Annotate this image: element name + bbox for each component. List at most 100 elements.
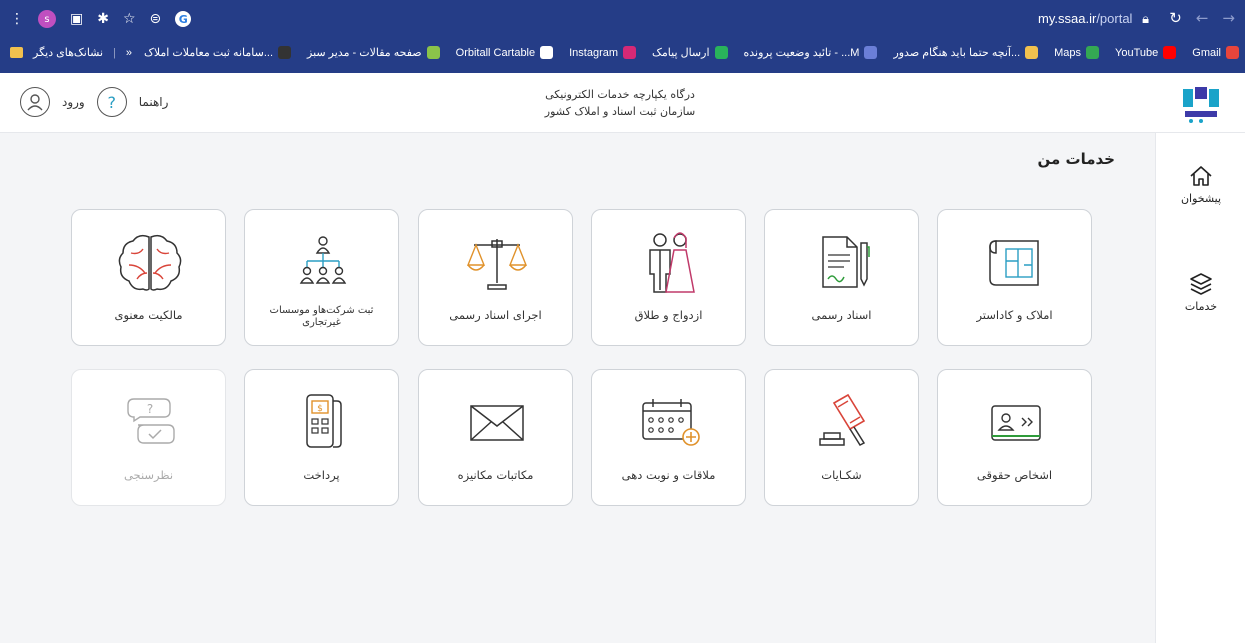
bookmark-label: YouTube: [1115, 46, 1159, 59]
service-card-intellectual-property[interactable]: مالکیت معنوی: [71, 209, 226, 346]
service-card-company-registration[interactable]: ثبت شرکت‌هاو موسسات غیرتجاری: [244, 209, 399, 346]
bookmark-label: Orbitall Cartable: [455, 46, 536, 59]
card-label: ازدواج و طلاق: [634, 308, 703, 322]
url-path: /portal: [1096, 11, 1133, 26]
layers-icon: [1190, 273, 1212, 295]
card-label: نظرسنجی: [123, 468, 174, 482]
right-sidebar: پیشخوان خدمات: [1155, 133, 1245, 643]
url-bar[interactable]: my.ssaa.ir/portal 🔒︎: [1038, 11, 1149, 27]
sidebar-toggle-icon[interactable]: ▣: [70, 11, 83, 27]
card-label: ثبت شرکت‌هاو موسسات غیرتجاری: [269, 305, 374, 328]
reload-icon[interactable]: ↻: [1169, 9, 1182, 27]
reading-mode-icon[interactable]: ⊜: [150, 11, 162, 27]
bookmark-item[interactable]: ارسال پیامک: [652, 46, 728, 59]
bookmark-list: Gmail YouTube Maps آنچه حتما باید هنگام صدو…: [144, 46, 1239, 59]
url-host: my.ssaa.ir: [1038, 11, 1097, 26]
card-label: شکـایات: [821, 468, 862, 482]
login-link[interactable]: ورود: [62, 95, 85, 109]
bookmark-item[interactable]: Instagram: [569, 46, 637, 59]
bookmark-item[interactable]: تائید وضعیت پرونده - ...M: [744, 46, 878, 59]
google-icon[interactable]: G: [175, 11, 192, 27]
cadastre-map-icon: [988, 240, 1039, 286]
bookmark-favicon-icon: [1086, 46, 1100, 59]
bookmark-favicon-icon: [426, 46, 440, 59]
service-card-survey[interactable]: ? نظرسنجی: [71, 369, 226, 506]
lock-icon: 🔒︎: [1142, 11, 1149, 26]
bookmark-item[interactable]: صفحه مقالات - مدیر سبز: [307, 46, 440, 59]
svg-text:$: $: [317, 404, 323, 414]
menu-icon[interactable]: ⋮: [10, 11, 24, 27]
forward-icon[interactable]: →: [1222, 9, 1235, 27]
service-card-appointments[interactable]: ملاقات و نوبت دهی: [591, 369, 746, 506]
card-label: اسناد رسمی: [811, 308, 872, 322]
bookmark-label: Gmail: [1192, 46, 1221, 59]
brain-icon: [118, 234, 181, 291]
portal-title-line1: درگاه یکپارچه خدمات الکترونیکی: [545, 88, 695, 101]
bookmark-item[interactable]: YouTube: [1115, 46, 1177, 59]
portal-title: درگاه یکپارچه خدمات الکترونیکی سازمان ثب…: [460, 86, 780, 120]
sabt-logo-icon[interactable]: [1179, 83, 1223, 123]
bookmark-label: Maps: [1054, 46, 1082, 59]
bookmark-label: تائید وضعیت پرونده - ...M: [743, 47, 860, 59]
survey-icon: ?: [126, 398, 175, 444]
card-label: ملاقات و نوبت دهی: [621, 468, 716, 482]
extensions-icon[interactable]: ✱: [97, 11, 109, 27]
bookmark-favicon-icon: [864, 46, 878, 59]
help-link[interactable]: راهنما: [139, 95, 169, 109]
card-label: اجرای اسناد رسمی: [449, 308, 542, 322]
bookmark-label: صفحه مقالات - مدیر سبز: [307, 47, 422, 59]
browser-chrome: ⋮ s ▣ ✱ ☆ ⊜ G my.ssaa.ir/portal 🔒︎ ↻ ← →…: [0, 0, 1245, 73]
service-card-cadastre[interactable]: املاک و کاداستر: [937, 209, 1092, 346]
bookmarks-bar: نشانک‌های دیگر | » Gmail YouTube Maps آنچه …: [0, 38, 1245, 73]
service-card-marriage-divorce[interactable]: ازدواج و طلاق: [591, 209, 746, 346]
sidebar-item-label: خدمات: [1184, 300, 1218, 313]
sidebar-item-label: پیشخوان: [1180, 192, 1222, 205]
folder-icon: [10, 47, 23, 58]
bookmark-label: سامانه ثبت معاملات املاک...: [143, 47, 273, 59]
service-card-enforcement[interactable]: اجرای اسناد رسمی: [418, 209, 573, 346]
scales-icon: [466, 239, 527, 290]
help-icon[interactable]: ?: [96, 87, 127, 117]
bookmark-item[interactable]: Gmail: [1192, 46, 1239, 59]
home-icon: [1190, 166, 1212, 186]
address-bar-row: ⋮ s ▣ ✱ ☆ ⊜ G my.ssaa.ir/portal 🔒︎ ↻ ← →: [0, 0, 1245, 38]
bookmark-item[interactable]: آنچه حتما باید هنگام صدور...: [893, 46, 1039, 59]
service-card-mechanized-correspondence[interactable]: مکاتبات مکانیزه: [418, 369, 573, 506]
bookmark-item[interactable]: سامانه ثبت معاملات املاک...: [144, 46, 291, 59]
portal-title-line2: سازمان ثبت اسناد و املاک کشور: [544, 105, 696, 118]
bookmark-item[interactable]: Maps: [1054, 46, 1100, 59]
bookmark-favicon-icon: [623, 46, 637, 59]
sidebar-item-services[interactable]: خدمات: [1156, 271, 1245, 313]
card-label: املاک و کاداستر: [976, 308, 1053, 322]
bookmark-favicon-icon: [1163, 46, 1177, 59]
id-card-icon: [990, 405, 1041, 441]
org-chart-icon: [299, 236, 346, 284]
service-card-payment[interactable]: $ پرداخت: [244, 369, 399, 506]
envelope-icon: [469, 405, 524, 441]
service-card-complaints[interactable]: شکـایات: [764, 369, 919, 506]
bookmark-favicon-icon: [278, 46, 291, 59]
card-label: مالکیت معنوی: [114, 308, 183, 322]
service-card-official-documents[interactable]: اسناد رسمی: [764, 209, 919, 346]
user-login-icon[interactable]: [20, 87, 50, 117]
other-bookmarks[interactable]: نشانک‌های دیگر: [33, 46, 103, 59]
back-icon[interactable]: ←: [1196, 9, 1209, 27]
svg-text:?: ?: [146, 402, 152, 416]
bookmark-favicon-icon: [1025, 46, 1039, 59]
bookmark-favicon-icon: [1226, 46, 1239, 59]
card-label: پرداخت: [303, 468, 340, 482]
bookmark-star-icon[interactable]: ☆: [123, 11, 136, 27]
bookmark-item[interactable]: Orbitall Cartable: [455, 46, 554, 59]
bookmark-label: Instagram: [569, 46, 619, 59]
bookmark-label: ارسال پیامک: [652, 47, 710, 59]
couple-icon: [648, 232, 695, 293]
sidebar-item-dashboard[interactable]: پیشخوان: [1156, 163, 1245, 205]
site-header: درگاه یکپارچه خدمات الکترونیکی سازمان ثب…: [0, 73, 1245, 133]
service-card-legal-entities[interactable]: اشخاص حقوقی: [937, 369, 1092, 506]
profile-avatar[interactable]: s: [38, 10, 56, 28]
bookmarks-overflow[interactable]: »: [126, 47, 132, 59]
gavel-icon: [818, 393, 865, 446]
pos-terminal-icon: $: [305, 394, 342, 448]
calendar-icon: [641, 399, 700, 446]
bookmark-favicon-icon: [540, 46, 554, 59]
